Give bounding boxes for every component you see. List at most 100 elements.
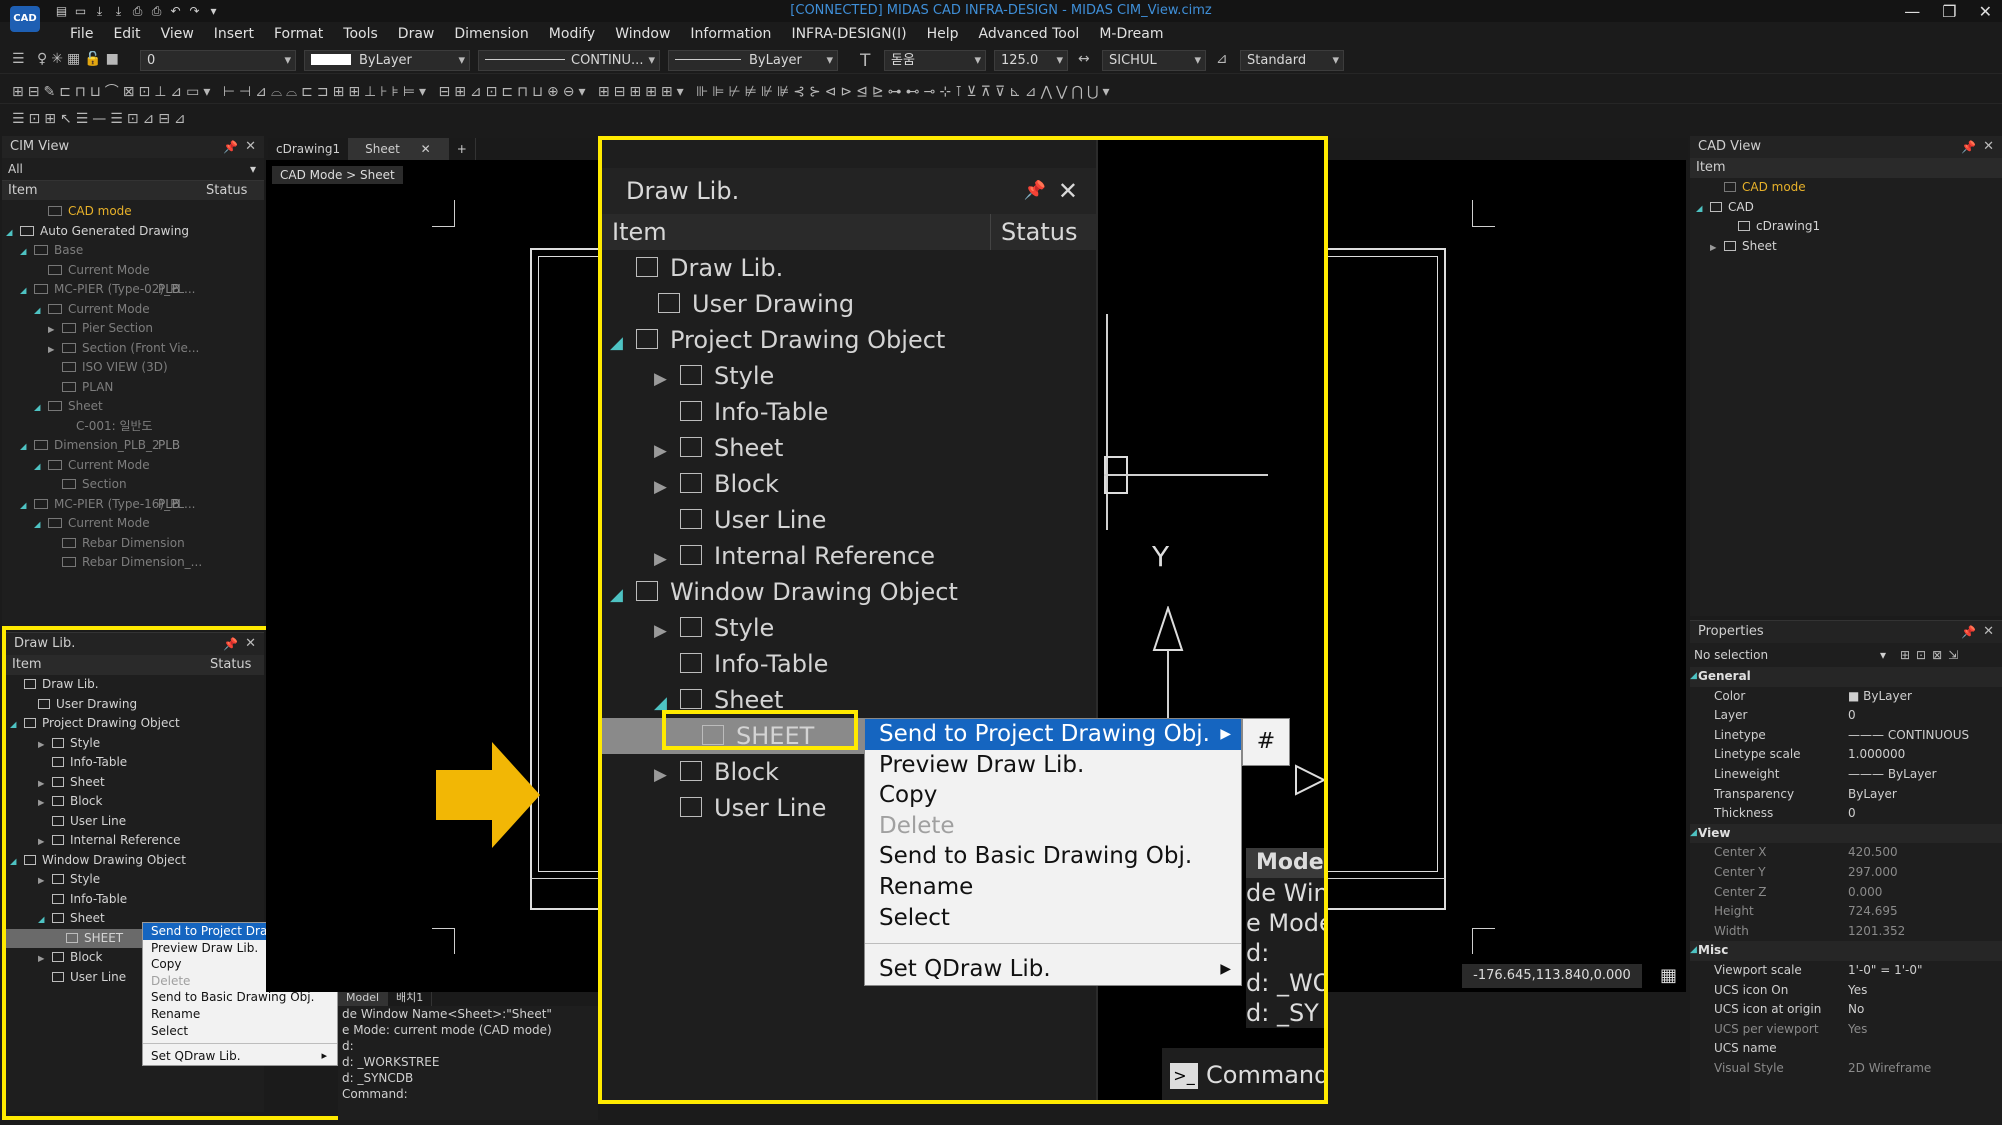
tab-sheet[interactable]: Sheet ✕: [349, 138, 449, 160]
quick-access-button[interactable]: ▭: [73, 4, 88, 18]
dim-style-icon[interactable]: ↔: [1078, 51, 1100, 69]
cim-view-filter[interactable]: All ▾: [2, 158, 264, 180]
expand-toggle-icon[interactable]: ◢: [1690, 824, 1697, 844]
maximize-button[interactable]: ❐: [1942, 2, 1956, 21]
app-logo[interactable]: CAD: [10, 6, 40, 32]
tree-item[interactable]: Current Mode: [2, 261, 264, 281]
tree-item[interactable]: ◢ Base: [2, 241, 264, 261]
expand-toggle-icon[interactable]: ◢: [6, 223, 20, 243]
tree-item[interactable]: ◢ MC-PIER (Type-02)_PL... PLB: [2, 280, 264, 300]
tree-item[interactable]: Section: [2, 475, 264, 495]
expand-toggle-icon[interactable]: ◢: [20, 242, 34, 262]
quick-access-button[interactable]: ▤: [54, 4, 69, 18]
property-row[interactable]: Center Y 297.000: [1690, 863, 2002, 883]
properties-tool-icons[interactable]: ⊞⊡⊠⇲: [1900, 643, 1964, 667]
tree-item[interactable]: PLAN: [2, 378, 264, 398]
tree-item[interactable]: ◢ Sheet: [2, 397, 264, 417]
tree-item[interactable]: cDrawing1: [1690, 217, 2002, 237]
pin-icon[interactable]: 📌: [1961, 621, 1976, 643]
property-row[interactable]: UCS icon On Yes: [1690, 981, 2002, 1001]
property-row[interactable]: UCS per viewport Yes: [1690, 1020, 2002, 1040]
close-icon[interactable]: ✕: [245, 136, 256, 158]
tree-item[interactable]: ▶ Section (Front Vie...: [2, 339, 264, 359]
expand-toggle-icon[interactable]: ◢: [20, 496, 34, 516]
expand-toggle-icon[interactable]: ◢: [1690, 667, 1697, 687]
quick-access-button[interactable]: ↶: [168, 4, 183, 18]
menu-view[interactable]: View: [151, 24, 204, 46]
tree-item[interactable]: ◢ Dimension_PLB_2 PLB: [2, 436, 264, 456]
tree-item[interactable]: ▶ Pier Section: [2, 319, 264, 339]
table-style-icon[interactable]: ⊿: [1216, 51, 1238, 69]
context-set-qdraw-lib[interactable]: Set QDraw Lib. ▶: [143, 1048, 337, 1065]
tree-item[interactable]: Rebar Dimension_...: [2, 553, 264, 573]
command-prompt[interactable]: Command:: [338, 1086, 598, 1102]
menu-infra-design-i[interactable]: INFRA-DESIGN(I): [781, 24, 916, 46]
tree-item[interactable]: Rebar Dimension: [2, 534, 264, 554]
expand-toggle-icon[interactable]: ◢: [1696, 199, 1710, 219]
menu-tools[interactable]: Tools: [333, 24, 388, 46]
close-icon[interactable]: ✕: [412, 142, 440, 156]
draw-modify-icons[interactable]: ⊞⊟✎⊏⊓⊔⌒⊠⊡⊥⊿▭▾ ⊢⊣⊿⌓⌓⊏⊐⊞⊞⊥⊦⊧⊨▾ ⊟⊞⊿⊡⊏⊓⊔⊕⊖▾ …: [12, 81, 1702, 99]
text-style-combo[interactable]: 돋움: [884, 50, 986, 71]
table-style-combo[interactable]: Standard: [1240, 50, 1344, 71]
context-rename[interactable]: Rename: [143, 1006, 337, 1023]
expand-toggle-icon[interactable]: ◢: [34, 457, 48, 477]
expand-toggle-icon[interactable]: ◢: [20, 437, 34, 457]
context-rename[interactable]: Rename: [865, 872, 1241, 903]
minimize-button[interactable]: —: [1904, 2, 1920, 21]
text-style-icon[interactable]: T: [860, 51, 882, 69]
expand-toggle-icon[interactable]: ◢: [34, 301, 48, 321]
color-combo[interactable]: ByLayer: [304, 50, 470, 71]
property-row[interactable]: Viewport scale 1'-0" = 1'-0": [1690, 961, 2002, 981]
tree-item[interactable]: ◢ CAD: [1690, 198, 2002, 218]
menu-help[interactable]: Help: [917, 24, 969, 46]
context-send-to-basic-drawing-obj[interactable]: Send to Basic Drawing Obj.: [865, 841, 1241, 872]
context-select[interactable]: Select: [865, 903, 1241, 934]
misc-icons[interactable]: ☰⊡⊞↖☰—☰⊡⊿⊟⊿: [12, 111, 292, 129]
menu-dimension[interactable]: Dimension: [444, 24, 538, 46]
tree-item[interactable]: CAD mode: [2, 202, 264, 222]
add-tab-button[interactable]: +: [449, 138, 476, 160]
tree-item[interactable]: ◢ Current Mode: [2, 456, 264, 476]
menu-information[interactable]: Information: [680, 24, 781, 46]
tree-item[interactable]: ◢ Current Mode: [2, 514, 264, 534]
menu-advanced-tool[interactable]: Advanced Tool: [969, 24, 1090, 46]
property-row[interactable]: Transparency ByLayer: [1690, 785, 2002, 805]
property-row[interactable]: Visual Style 2D Wireframe: [1690, 1059, 2002, 1079]
selection-combo[interactable]: No selection ▾ ⊞⊡⊠⇲: [1690, 643, 2002, 667]
text-height-combo[interactable]: 125.0: [994, 50, 1068, 71]
property-row[interactable]: Height 724.695: [1690, 902, 2002, 922]
layer-combo[interactable]: 0: [140, 50, 296, 71]
menu-edit[interactable]: Edit: [103, 24, 150, 46]
tree-item[interactable]: ◢ MC-PIER (Type-16)_PL... PLB: [2, 495, 264, 515]
context-copy[interactable]: Copy: [865, 780, 1241, 811]
expand-toggle-icon[interactable]: ◢: [34, 515, 48, 535]
grid-icon[interactable]: ▦: [1660, 966, 1680, 986]
menu-m-dream[interactable]: M-Dream: [1089, 24, 1173, 46]
menu-window[interactable]: Window: [605, 24, 680, 46]
tree-item[interactable]: ISO VIEW (3D): [2, 358, 264, 378]
pin-icon[interactable]: 📌: [1961, 136, 1976, 158]
property-row[interactable]: Width 1201.352: [1690, 922, 2002, 942]
property-row[interactable]: Lineweight ——— ByLayer: [1690, 765, 2002, 785]
menu-format[interactable]: Format: [264, 24, 333, 46]
close-icon[interactable]: ✕: [1983, 136, 1994, 158]
expand-toggle-icon[interactable]: ▶: [48, 340, 62, 360]
tree-item[interactable]: ◢ Auto Generated Drawing: [2, 222, 264, 242]
property-row[interactable]: UCS name: [1690, 1039, 2002, 1059]
property-row[interactable]: Center X 420.500: [1690, 843, 2002, 863]
context-set-qdraw-lib[interactable]: Set QDraw Lib. ▶: [865, 954, 1241, 985]
close-icon[interactable]: ✕: [1983, 621, 1994, 643]
linetype-combo[interactable]: CONTINU...: [478, 50, 660, 71]
context-select[interactable]: Select: [143, 1023, 337, 1040]
pin-icon[interactable]: 📌: [223, 136, 238, 158]
submenu-hash-zoom[interactable]: #: [1242, 718, 1290, 766]
layer-icons[interactable]: ☰ ♀✳▦🔓■: [12, 51, 132, 69]
tree-item[interactable]: ◢ Current Mode: [2, 300, 264, 320]
tab-cdrawing1[interactable]: cDrawing1: [268, 138, 350, 160]
property-row[interactable]: Thickness 0: [1690, 804, 2002, 824]
lineweight-combo[interactable]: ByLayer: [668, 50, 838, 71]
menu-draw[interactable]: Draw: [388, 24, 445, 46]
property-row[interactable]: Linetype scale 1.000000: [1690, 745, 2002, 765]
context-preview-draw-lib[interactable]: Preview Draw Lib.: [865, 750, 1241, 781]
